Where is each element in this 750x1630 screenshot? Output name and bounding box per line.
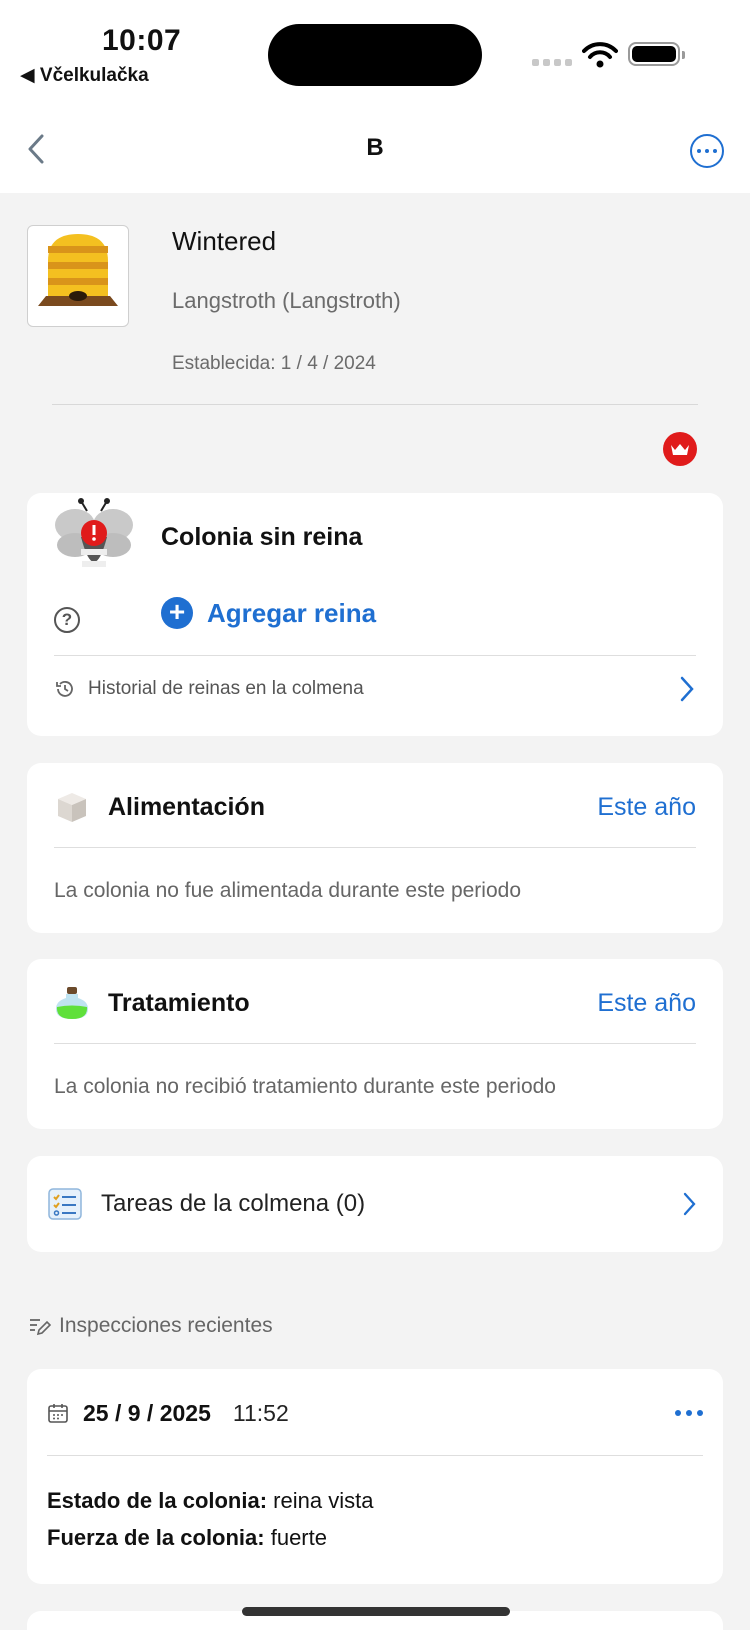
divider	[47, 1455, 703, 1456]
queen-history-row[interactable]: Historial de reinas en la colmena	[54, 656, 696, 722]
status-time: 10:07	[102, 24, 182, 57]
cellular-signal-icon	[532, 59, 572, 66]
treatment-title: Tratamiento	[108, 988, 250, 1017]
colony-strength-line: Fuerza de la colonia: fuerte	[47, 1525, 327, 1551]
treatment-period-selector[interactable]: Este año	[597, 989, 696, 1018]
colony-status-line: Estado de la colonia: reina vista	[47, 1488, 373, 1514]
feeding-empty-message: La colonia no fue alimentada durante est…	[54, 879, 522, 902]
queenless-bee-icon	[55, 498, 133, 567]
sugar-cube-icon	[58, 793, 86, 822]
queen-status-title: Colonia sin reina	[161, 523, 363, 551]
colony-strength-label: Fuerza de la colonia:	[47, 1525, 265, 1550]
treatment-empty-message: La colonia no recibió tratamiento durant…	[54, 1075, 556, 1098]
checklist-icon	[48, 1188, 82, 1220]
back-to-app-link[interactable]: ◀ Včelkulačka	[20, 64, 149, 87]
recent-inspections-heading: Inspecciones recientes	[27, 1314, 273, 1338]
divider	[54, 1043, 696, 1044]
notes-edit-icon	[30, 1319, 51, 1336]
crown-icon[interactable]	[663, 432, 697, 466]
tasks-card[interactable]: Tareas de la colmena (0)	[27, 1156, 723, 1252]
feeding-title: Alimentación	[108, 792, 265, 821]
divider	[52, 404, 698, 405]
colony-status-label: Estado de la colonia:	[47, 1488, 268, 1513]
medicine-bottle-icon	[56, 987, 88, 1019]
hive-type: Langstroth (Langstroth)	[172, 288, 401, 313]
tasks-label: Tareas de la colmena (0)	[101, 1190, 366, 1217]
queen-history-label: Historial de reinas en la colmena	[88, 678, 364, 699]
inspection-more-button[interactable]	[675, 1410, 703, 1416]
battery-icon	[628, 42, 685, 66]
hive-established-date: Establecida: 1 / 4 / 2024	[172, 353, 376, 374]
inspection-card[interactable]: 25 / 9 / 2025 11:52 Estado de la colonia…	[27, 1369, 723, 1584]
hive-image	[27, 225, 129, 327]
add-queen-button[interactable]: + Agregar reina	[161, 597, 376, 629]
chevron-right-icon	[680, 676, 694, 702]
feeding-period-selector[interactable]: Este año	[597, 793, 696, 822]
dynamic-island	[268, 24, 482, 86]
feeding-header: Alimentación Este año	[54, 787, 696, 827]
calendar-icon	[48, 1404, 68, 1423]
home-indicator	[242, 1607, 510, 1616]
recent-inspections-label: Inspecciones recientes	[59, 1314, 273, 1337]
inspection-date: 25 / 9 / 2025	[83, 1399, 211, 1426]
divider	[54, 847, 696, 848]
tasks-row[interactable]: Tareas de la colmena (0)	[47, 1156, 699, 1252]
history-icon	[56, 681, 73, 697]
help-icon[interactable]: ?	[54, 607, 80, 633]
feeding-card: Alimentación Este año La colonia no fue …	[27, 763, 723, 933]
plus-icon: +	[161, 597, 193, 629]
more-options-button[interactable]	[690, 134, 724, 168]
colony-status-value: reina vista	[267, 1488, 374, 1513]
add-queen-label: Agregar reina	[207, 597, 377, 628]
page-title: B	[366, 134, 384, 161]
wifi-icon	[582, 42, 618, 68]
treatment-card: Tratamiento Este año La colonia no recib…	[27, 959, 723, 1129]
treatment-header: Tratamiento Este año	[54, 983, 696, 1023]
inspection-header: 25 / 9 / 2025 11:52	[47, 1393, 703, 1433]
colony-strength-value: fuerte	[264, 1525, 327, 1550]
inspection-time: 11:52	[232, 1399, 289, 1426]
queen-card: ? Colonia sin reina + Agregar reina Hist…	[27, 493, 723, 736]
chevron-right-icon	[683, 1192, 696, 1216]
beehive-icon	[38, 234, 118, 306]
hive-name: Wintered	[172, 226, 277, 256]
